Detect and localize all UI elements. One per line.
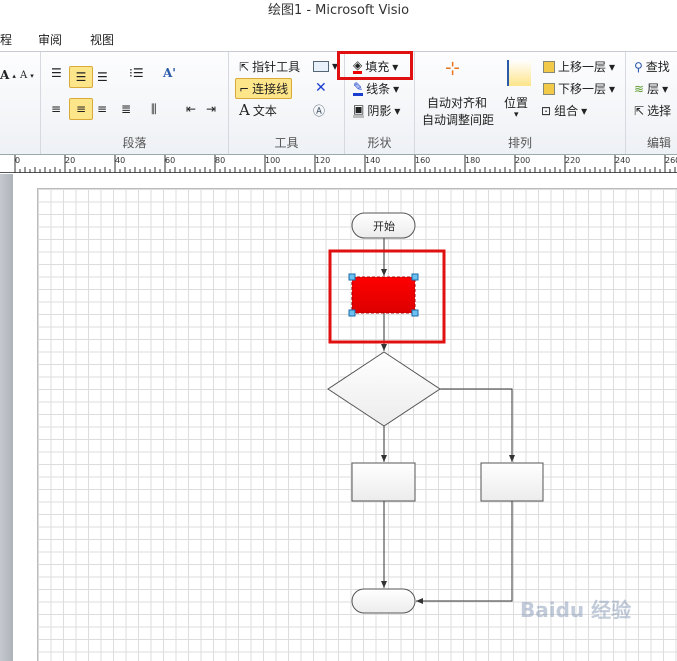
process-shape-left bbox=[351, 462, 416, 502]
watermark: Baidu 经验 bbox=[520, 598, 632, 622]
flowchart: 开始 bbox=[327, 212, 544, 614]
decision-shape bbox=[327, 351, 441, 427]
drawing-canvas[interactable]: 开始 Baidu 经验 bbox=[0, 174, 677, 661]
end-terminator bbox=[351, 588, 416, 614]
process-shape-right bbox=[480, 462, 544, 502]
connector-line bbox=[416, 501, 513, 604]
selected-process-shape bbox=[351, 276, 416, 314]
connector-line bbox=[440, 388, 515, 462]
start-label: 开始 bbox=[373, 219, 395, 233]
